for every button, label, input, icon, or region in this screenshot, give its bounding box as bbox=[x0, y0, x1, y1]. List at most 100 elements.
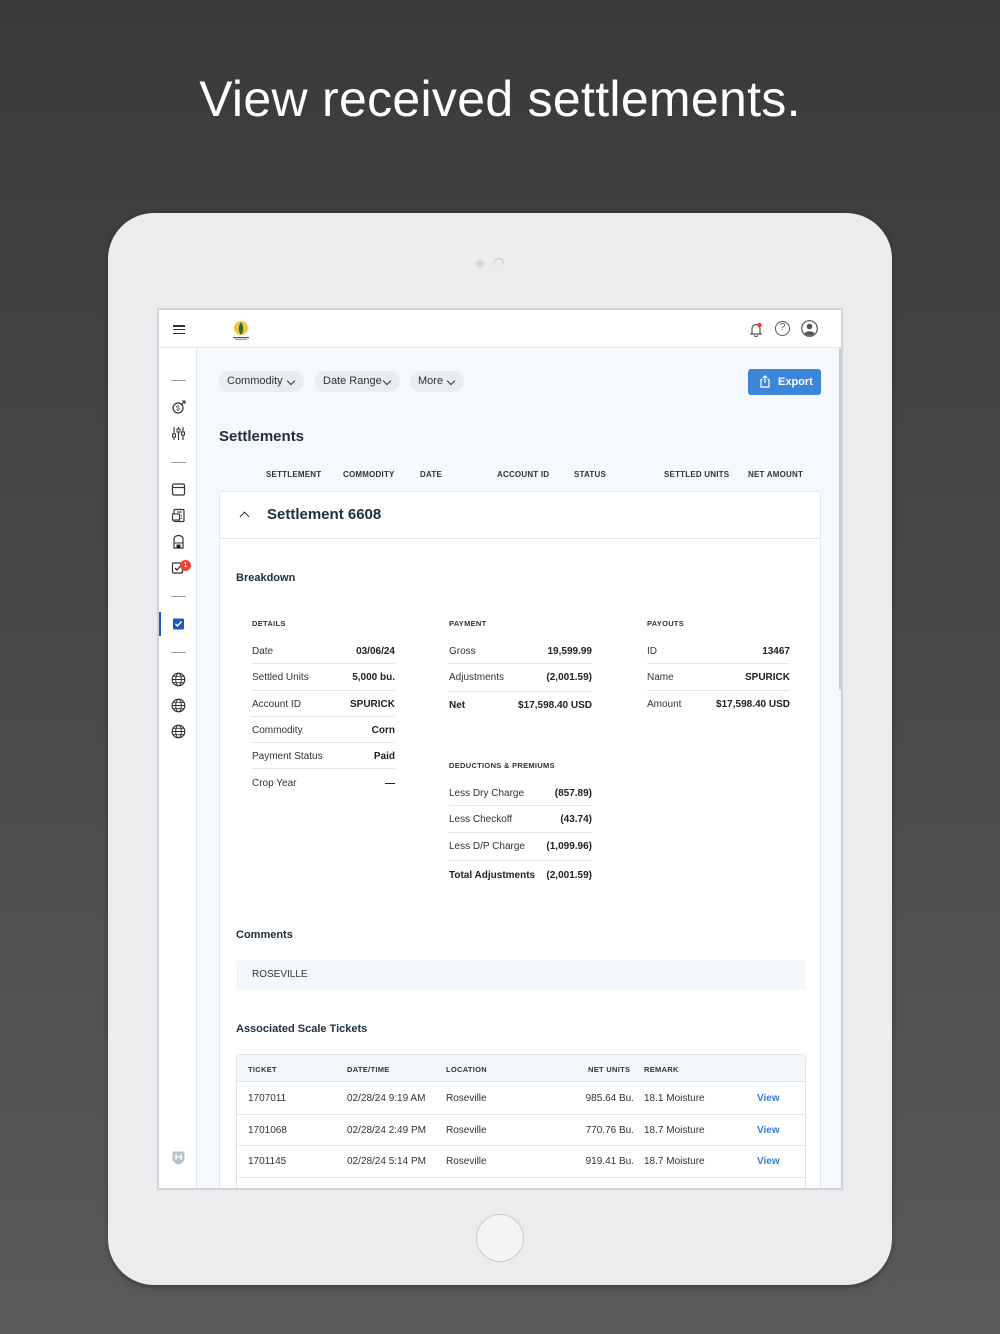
deduction-key: Less Dry Charge bbox=[449, 788, 525, 799]
chevron-down-icon bbox=[446, 376, 456, 386]
deduction-row: Less D/P Charge (1,099.96) bbox=[449, 833, 592, 861]
payment-row: Adjustments (2,001.59) bbox=[449, 664, 592, 693]
contracts-icon[interactable]: $ bbox=[171, 400, 186, 415]
view-ticket-link[interactable]: View bbox=[757, 1125, 780, 1136]
detail-row: Payment Status Paid bbox=[252, 743, 395, 770]
col-settlement[interactable]: SETTLEMENT bbox=[266, 470, 321, 479]
ticket-datetime: 02/28/24 5:14 PM bbox=[347, 1156, 426, 1167]
detail-value: Paid bbox=[373, 751, 395, 763]
date-range-filter[interactable]: Date Range bbox=[315, 371, 400, 392]
comments-title: Comments bbox=[236, 929, 293, 941]
col-date[interactable]: DATE bbox=[420, 470, 442, 479]
col-location: LOCATION bbox=[446, 1065, 488, 1074]
sidebar-divider bbox=[171, 596, 186, 597]
scrollbar[interactable] bbox=[839, 348, 841, 690]
payment-key: Gross bbox=[449, 646, 476, 657]
sidebar: $ 1 bbox=[159, 348, 197, 1188]
payment-key: Adjustments bbox=[449, 672, 505, 684]
col-net-units: NET UNITS bbox=[588, 1065, 631, 1074]
payout-row: ID 13467 bbox=[647, 638, 790, 665]
payout-row: Amount $17,598.40 USD bbox=[647, 691, 790, 717]
home-button[interactable] bbox=[476, 1214, 524, 1262]
ticket-net-units: 770.76 Bu. bbox=[585, 1124, 634, 1136]
settlements-icon[interactable] bbox=[171, 616, 186, 631]
page-title: Settlements bbox=[219, 428, 305, 445]
deduction-key: Less Checkoff bbox=[449, 814, 513, 826]
payout-row: Name SPURICK bbox=[647, 664, 790, 691]
app-screen: ? $ 1 Commodity Date Range More Export S… bbox=[157, 308, 843, 1190]
detail-key: Settled Units bbox=[252, 672, 309, 684]
col-status[interactable]: STATUS bbox=[574, 470, 606, 479]
payment-value: $17,598.40 USD bbox=[518, 700, 592, 711]
ticket-datetime: 02/28/24 9:19 AM bbox=[347, 1093, 426, 1104]
ticket-net-units: 919.41 Bu. bbox=[585, 1156, 634, 1167]
col-net-amount[interactable]: NET AMOUNT bbox=[748, 470, 803, 479]
sidebar-divider bbox=[171, 380, 186, 381]
deduction-value: (857.89) bbox=[554, 788, 592, 799]
settlement-card-header[interactable]: Settlement 6608 bbox=[220, 492, 820, 539]
detail-key: Payment Status bbox=[252, 751, 323, 763]
more-filter[interactable]: More bbox=[410, 371, 464, 392]
scale-tickets-title: Associated Scale Tickets bbox=[236, 1023, 368, 1035]
help-icon[interactable]: ? bbox=[775, 321, 790, 336]
payment-row: Net $17,598.40 USD bbox=[449, 692, 592, 718]
payment-value: (2,001.59) bbox=[546, 672, 592, 684]
deduction-key: Less D/P Charge bbox=[449, 840, 525, 852]
deduction-row: Total Adjustments (2,001.59) bbox=[449, 862, 592, 888]
ticket-location: Roseville bbox=[446, 1124, 487, 1136]
adjustments-icon[interactable] bbox=[171, 426, 186, 441]
detail-key: Date bbox=[252, 646, 274, 657]
col-settled-units[interactable]: SETTLED UNITS bbox=[664, 470, 729, 479]
deductions-label: DEDUCTIONS & PREMIUMS bbox=[449, 761, 555, 770]
commodity-filter-label: Commodity bbox=[227, 375, 283, 387]
detail-value: 03/06/24 bbox=[356, 646, 395, 657]
ticket-number: 1701068 bbox=[248, 1124, 287, 1136]
documents-icon[interactable] bbox=[171, 508, 186, 523]
detail-value: 5,000 bu. bbox=[352, 672, 395, 684]
silo-icon[interactable] bbox=[171, 534, 186, 549]
settlement-title: Settlement 6608 bbox=[267, 506, 382, 523]
detail-row: Account ID SPURICK bbox=[252, 691, 395, 717]
menu-icon[interactable] bbox=[173, 325, 185, 335]
deduction-value: (2,001.59) bbox=[546, 869, 592, 881]
payout-value: $17,598.40 USD bbox=[716, 698, 790, 710]
details-label: DETAILS bbox=[252, 619, 286, 628]
table-header: TICKET DATE/TIME LOCATION NET UNITS REMA… bbox=[237, 1055, 805, 1082]
detail-key: Commodity bbox=[252, 724, 303, 736]
active-indicator bbox=[159, 612, 161, 636]
payment-row: Gross 19,599.99 bbox=[449, 638, 592, 665]
export-button[interactable]: Export bbox=[748, 369, 821, 395]
deduction-value: (43.74) bbox=[560, 814, 592, 826]
chevron-down-icon bbox=[286, 376, 296, 386]
detail-row: Date 03/06/24 bbox=[252, 638, 395, 665]
chevron-up-icon[interactable] bbox=[239, 511, 250, 522]
scale-tickets-table: TICKET DATE/TIME LOCATION NET UNITS REMA… bbox=[236, 1054, 806, 1188]
detail-value: — bbox=[385, 777, 395, 789]
storage-icon[interactable] bbox=[171, 482, 186, 497]
ticket-remark: 18.7 Moisture bbox=[644, 1124, 705, 1136]
col-commodity[interactable]: COMMODITY bbox=[343, 470, 395, 479]
bell-icon[interactable] bbox=[749, 322, 763, 337]
notification-badge: 1 bbox=[180, 560, 191, 571]
user-avatar-icon[interactable] bbox=[801, 320, 818, 337]
col-account-id[interactable]: ACCOUNT ID bbox=[497, 470, 549, 479]
payout-key: Amount bbox=[647, 698, 682, 710]
marketing-headline: View received settlements. bbox=[199, 71, 801, 127]
payout-value: SPURICK bbox=[744, 672, 790, 684]
deduction-value: (1,099.96) bbox=[546, 840, 592, 852]
sidebar-divider bbox=[171, 652, 186, 653]
view-ticket-link[interactable]: View bbox=[757, 1093, 780, 1104]
view-ticket-link[interactable]: View bbox=[757, 1156, 780, 1167]
ticket-remark: 18.1 Moisture bbox=[644, 1093, 705, 1104]
ticket-location: Roseville bbox=[446, 1093, 487, 1104]
share-icon bbox=[760, 375, 770, 388]
detail-key: Account ID bbox=[252, 698, 301, 710]
globe-icon[interactable] bbox=[171, 724, 186, 739]
breakdown-title: Breakdown bbox=[236, 572, 296, 584]
commodity-filter[interactable]: Commodity bbox=[219, 371, 304, 392]
detail-key: Crop Year bbox=[252, 777, 297, 789]
brand-shield-icon bbox=[172, 1151, 185, 1165]
globe-icon[interactable] bbox=[171, 672, 186, 687]
globe-icon[interactable] bbox=[171, 698, 186, 713]
table-row: 1701145 02/28/24 5:14 PM Roseville 919.4… bbox=[237, 1146, 805, 1178]
